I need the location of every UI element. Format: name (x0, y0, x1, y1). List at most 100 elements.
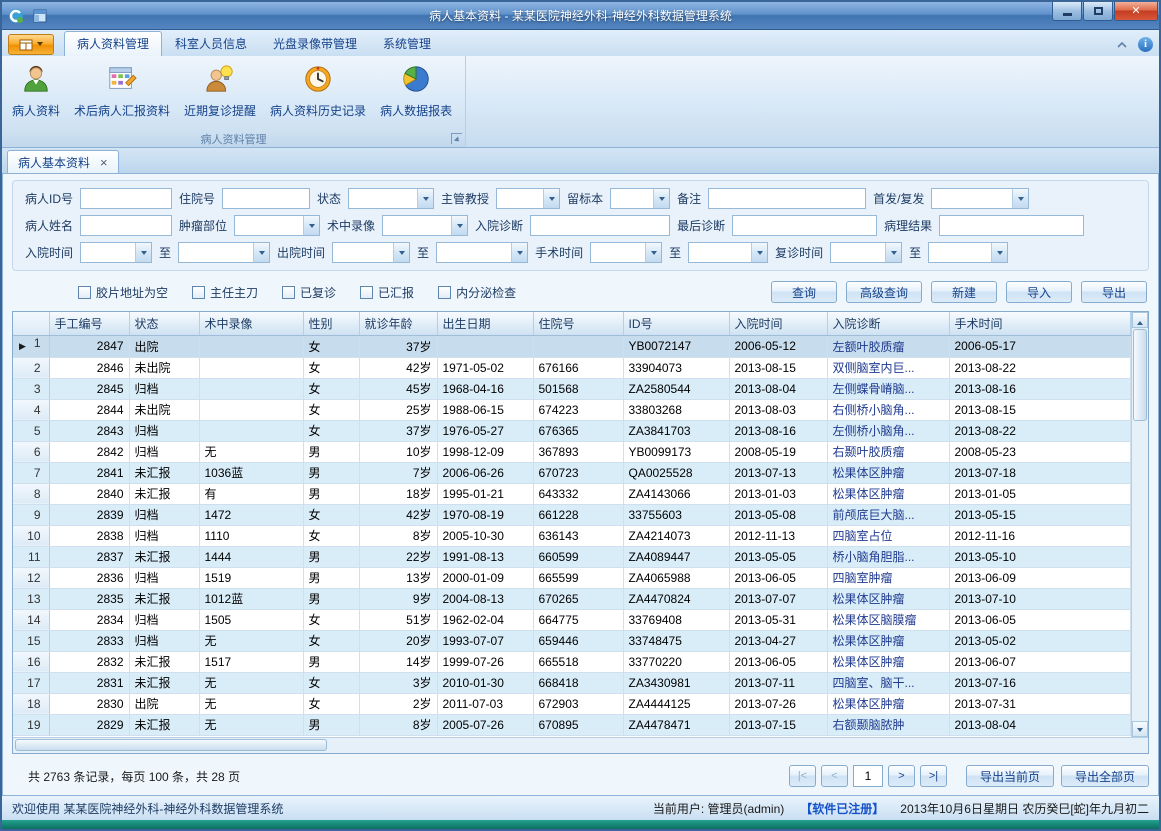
horizontal-scrollbar[interactable] (13, 737, 1148, 753)
grid-cell[interactable]: 8岁 (359, 525, 437, 546)
grid-cell[interactable]: 无 (199, 630, 303, 651)
grid-cell[interactable]: 2013-08-22 (949, 357, 1131, 378)
table-row[interactable]: 132835未汇报1012蓝男9岁2004-08-13670265ZA44708… (13, 588, 1131, 609)
dialog-launcher-icon[interactable] (451, 133, 462, 144)
grid-cell[interactable]: 女 (303, 630, 359, 651)
grid-cell[interactable]: 2010-01-30 (437, 672, 533, 693)
grid-cell[interactable]: 1012蓝 (199, 588, 303, 609)
grid-cell[interactable]: QA0025528 (623, 462, 729, 483)
grid-cell[interactable]: 2013-05-08 (729, 504, 827, 525)
grid-cell[interactable]: 45岁 (359, 378, 437, 399)
grid-cell[interactable]: 2013-08-22 (949, 420, 1131, 441)
row-indicator[interactable]: ▶1 (13, 335, 49, 357)
filter-combo-status[interactable] (348, 188, 434, 209)
table-row[interactable]: 142834归档1505女51岁1962-02-0466477533769408… (13, 609, 1131, 630)
help-info-icon[interactable]: i (1138, 37, 1153, 52)
grid-cell[interactable]: 归档 (129, 567, 199, 588)
checkbox-reported[interactable]: 已汇报 (360, 284, 414, 301)
filter-combo-intraop_video[interactable] (382, 215, 468, 236)
row-indicator[interactable]: 8 (13, 483, 49, 504)
grid-cell[interactable]: 男 (303, 651, 359, 672)
row-indicator[interactable]: 19 (13, 714, 49, 735)
grid-cell[interactable]: 2004-08-13 (437, 588, 533, 609)
tab-department-staff[interactable]: 科室人员信息 (162, 31, 260, 56)
filter-combo-input-revisit_from[interactable] (831, 243, 885, 262)
table-row[interactable]: 102838归档1110女8岁2005-10-30636143ZA4214073… (13, 525, 1131, 546)
grid-cell[interactable]: 2013-07-07 (729, 588, 827, 609)
grid-cell[interactable]: 2831 (49, 672, 129, 693)
grid-cell[interactable]: 2013-04-27 (729, 630, 827, 651)
grid-cell[interactable]: 2006-05-17 (949, 335, 1131, 357)
grid-cell[interactable]: 未汇报 (129, 483, 199, 504)
row-indicator[interactable]: 9 (13, 504, 49, 525)
filter-combo-input-surgery_from[interactable] (591, 243, 645, 262)
grid-cell[interactable]: 2833 (49, 630, 129, 651)
grid-cell[interactable]: 女 (303, 525, 359, 546)
grid-cell[interactable]: 无 (199, 693, 303, 714)
column-header-col-id-no[interactable]: ID号 (623, 312, 729, 335)
grid-cell[interactable]: 2013-08-16 (729, 420, 827, 441)
table-row[interactable]: 192829未汇报无男8岁2005-07-26670895ZA447847120… (13, 714, 1131, 735)
grid-cell[interactable]: 665518 (533, 651, 623, 672)
filter-combo-surgery_to[interactable] (688, 242, 768, 263)
grid-cell[interactable] (437, 335, 533, 357)
grid-cell[interactable]: 676365 (533, 420, 623, 441)
vertical-scroll-thumb[interactable] (1133, 329, 1147, 421)
grid-cell[interactable]: 右侧桥小脑角... (827, 399, 949, 420)
filter-combo-specimen[interactable] (610, 188, 670, 209)
grid-cell[interactable]: 2013-05-31 (729, 609, 827, 630)
grid-cell[interactable]: 松果体区肿瘤 (827, 693, 949, 714)
grid-cell[interactable]: 2013-07-16 (949, 672, 1131, 693)
grid-cell[interactable]: 左侧桥小脑角... (827, 420, 949, 441)
grid-cell[interactable]: 未汇报 (129, 546, 199, 567)
grid-cell[interactable]: 男 (303, 567, 359, 588)
filter-combo-tumor_site[interactable] (234, 215, 320, 236)
dropdown-arrow-icon[interactable] (417, 189, 433, 208)
row-indicator[interactable]: 13 (13, 588, 49, 609)
grid-cell[interactable]: 7岁 (359, 462, 437, 483)
tab-close-icon[interactable]: × (100, 156, 108, 169)
grid-cell[interactable]: 松果体区脑膜瘤 (827, 609, 949, 630)
grid-cell[interactable]: 2013-07-15 (729, 714, 827, 735)
grid-cell[interactable]: 松果体区肿瘤 (827, 651, 949, 672)
grid-cell[interactable]: 2013-08-15 (729, 357, 827, 378)
grid-cell[interactable]: 前颅底巨大脑... (827, 504, 949, 525)
checkbox-box[interactable] (282, 286, 295, 299)
dropdown-arrow-icon[interactable] (511, 243, 527, 262)
dropdown-arrow-icon[interactable] (751, 243, 767, 262)
filter-combo-revisit_to[interactable] (928, 242, 1008, 263)
dropdown-arrow-icon[interactable] (393, 243, 409, 262)
grid-cell[interactable]: 643332 (533, 483, 623, 504)
grid-cell[interactable]: 2840 (49, 483, 129, 504)
checkbox-endocrine-exam[interactable]: 内分泌检查 (438, 284, 516, 301)
grid-cell[interactable]: 出院 (129, 335, 199, 357)
grid-cell[interactable]: 1444 (199, 546, 303, 567)
grid-cell[interactable]: 2013-01-05 (949, 483, 1131, 504)
table-row[interactable]: 82840未汇报有男18岁1995-01-21643332ZA414306620… (13, 483, 1131, 504)
grid-cell[interactable] (199, 378, 303, 399)
grid-cell[interactable]: 9岁 (359, 588, 437, 609)
filter-combo-revisit_from[interactable] (830, 242, 902, 263)
grid-cell[interactable]: 8岁 (359, 714, 437, 735)
grid-cell[interactable]: 归档 (129, 378, 199, 399)
grid-cell[interactable]: 1036蓝 (199, 462, 303, 483)
column-header-col-inpatient-no[interactable]: 住院号 (533, 312, 623, 335)
grid-cell[interactable]: ZA4143066 (623, 483, 729, 504)
grid-cell[interactable]: 双侧脑室内巨... (827, 357, 949, 378)
filter-combo-surgery_from[interactable] (590, 242, 662, 263)
grid-cell[interactable]: 665599 (533, 567, 623, 588)
grid-cell[interactable]: 2008-05-19 (729, 441, 827, 462)
grid-cell[interactable]: 女 (303, 399, 359, 420)
grid-cell[interactable]: 18岁 (359, 483, 437, 504)
grid-cell[interactable]: 有 (199, 483, 303, 504)
grid-cell[interactable]: ZA4214073 (623, 525, 729, 546)
grid-cell[interactable]: 3岁 (359, 672, 437, 693)
row-indicator[interactable]: 3 (13, 378, 49, 399)
grid-cell[interactable]: 出院 (129, 693, 199, 714)
close-button[interactable]: ✕ (1114, 2, 1158, 21)
history-record-button[interactable]: 病人资料历史记录 (264, 59, 372, 130)
collapse-ribbon-icon[interactable] (1114, 38, 1130, 52)
grid-cell[interactable]: 2008-05-23 (949, 441, 1131, 462)
grid-cell[interactable]: 四脑室、脑干... (827, 672, 949, 693)
advanced-search-button[interactable]: 高级查询 (846, 281, 922, 303)
